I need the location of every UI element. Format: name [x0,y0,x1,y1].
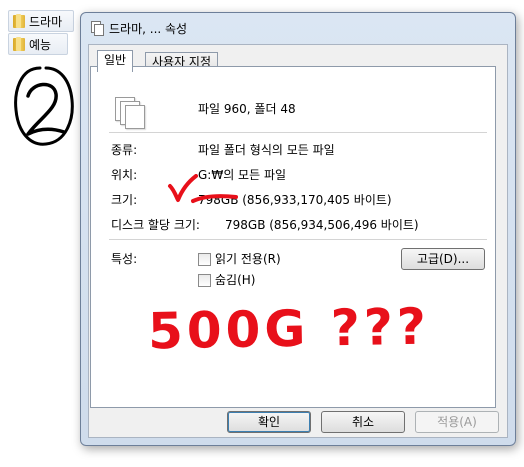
apply-button[interactable]: 적용(A) [415,411,499,433]
size-on-disk-label: 디스크 할당 크기: [111,218,200,232]
readonly-checkbox[interactable] [198,253,211,266]
location-label: 위치: [111,168,138,182]
file-folder-count: 파일 960, 폴더 48 [198,102,296,116]
folder-icon [13,14,25,28]
desktop-folder-variety[interactable]: 예능 [8,33,68,55]
folder-icon [13,37,25,51]
dialog-title: 드라마, ... 속성 [109,21,188,36]
documents-icon [91,21,104,36]
properties-dialog: 드라마, ... 속성 일반 사용자 지정 파일 960, 폴더 48 종류: … [80,12,516,446]
cancel-button[interactable]: 취소 [321,411,405,433]
circled-number-annotation [14,66,74,146]
ok-button[interactable]: 확인 [227,411,311,433]
attributes-label: 특성: [111,252,138,266]
hidden-checkbox[interactable] [198,274,211,287]
advanced-button[interactable]: 고급(D)... [401,248,485,270]
general-tab-panel: 파일 960, 폴더 48 종류: 파일 폴더 형식의 모든 파일 위치: G:… [90,66,496,408]
hidden-label[interactable]: 숨김(H) [215,271,255,288]
desktop-folder-label: 예능 [29,37,52,52]
readonly-label[interactable]: 읽기 전용(R) [215,250,281,267]
location-value: G:₩의 모든 파일 [198,168,287,182]
multiple-files-icon [115,97,149,131]
title-bar[interactable]: 드라마, ... 속성 [81,13,515,43]
tab-general[interactable]: 일반 [97,50,134,72]
type-label: 종류: [111,143,138,157]
separator [109,239,487,240]
desktop-folder-label: 드라마 [29,14,63,29]
size-value: 798GB (856,933,170,405 바이트) [198,193,392,207]
separator [109,132,487,133]
size-on-disk-value: 798GB (856,934,506,496 바이트) [225,218,419,232]
type-value: 파일 폴더 형식의 모든 파일 [198,143,335,157]
size-label: 크기: [111,193,138,207]
desktop-folder-drama[interactable]: 드라마 [8,10,74,32]
